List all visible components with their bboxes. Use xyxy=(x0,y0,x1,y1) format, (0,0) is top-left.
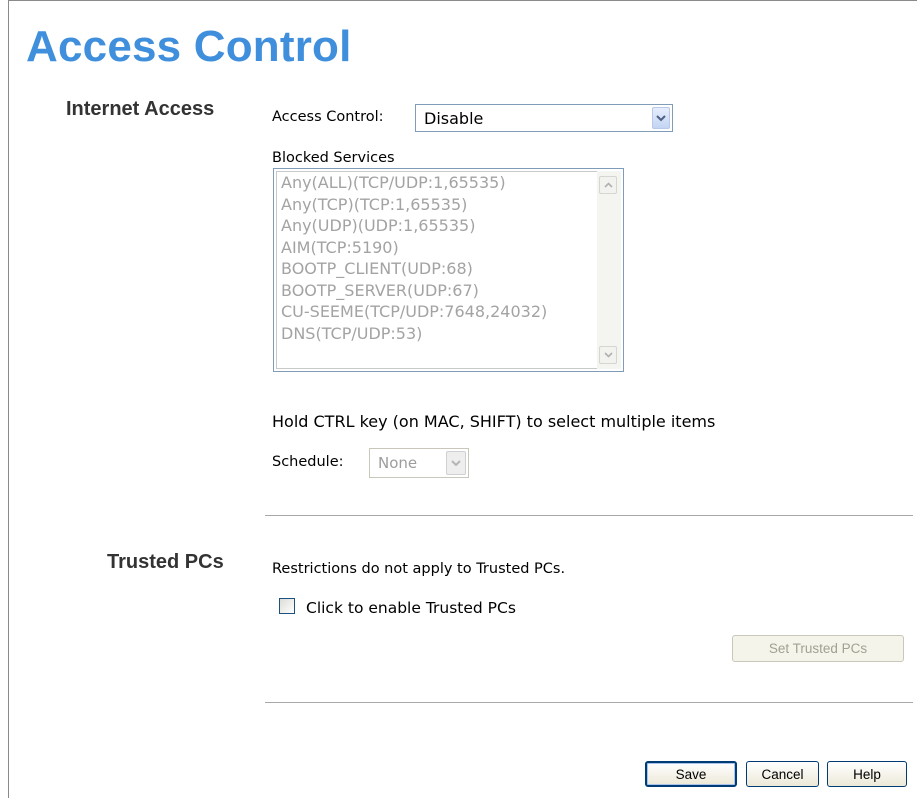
list-item[interactable]: CU-SEEME(TCP/UDP:7648,24032) xyxy=(277,301,620,323)
cancel-button[interactable]: Cancel xyxy=(746,761,819,787)
arrow-down-icon[interactable] xyxy=(599,346,617,364)
save-button[interactable]: Save xyxy=(645,761,737,787)
list-item[interactable]: Any(ALL)(TCP/UDP:1,65535) xyxy=(277,172,620,194)
enable-trusted-pcs-label[interactable]: Click to enable Trusted PCs xyxy=(306,599,516,617)
arrow-up-icon[interactable] xyxy=(599,176,617,194)
blocked-services-label: Blocked Services xyxy=(272,150,395,166)
access-control-value: Disable xyxy=(424,108,484,128)
list-item[interactable]: BOOTP_SERVER(UDP:67) xyxy=(277,280,620,302)
blocked-services-listbox[interactable]: Any(ALL)(TCP/UDP:1,65535) Any(TCP)(TCP:1… xyxy=(273,168,624,372)
list-item[interactable]: Any(TCP)(TCP:1,65535) xyxy=(277,194,620,216)
list-item[interactable]: BOOTP_CLIENT(UDP:68) xyxy=(277,258,620,280)
list-item[interactable]: AIM(TCP:5190) xyxy=(277,237,620,259)
trusted-pcs-description: Restrictions do not apply to Trusted PCs… xyxy=(272,561,566,577)
enable-trusted-pcs-checkbox[interactable] xyxy=(279,598,295,614)
listbox-scrollbar[interactable] xyxy=(597,171,621,369)
schedule-select[interactable]: None xyxy=(369,448,469,478)
trusted-pcs-section-label: Trusted PCs xyxy=(107,551,224,573)
access-control-select[interactable]: Disable xyxy=(415,104,673,132)
list-item[interactable]: DNS(TCP/UDP:53) xyxy=(277,323,620,345)
section-divider xyxy=(265,702,913,703)
internet-access-section-label: Internet Access xyxy=(66,98,215,120)
page-title: Access Control xyxy=(26,22,352,71)
set-trusted-pcs-button[interactable]: Set Trusted PCs xyxy=(732,635,904,662)
chevron-down-icon[interactable] xyxy=(446,451,466,475)
access-control-label: Access Control: xyxy=(272,109,384,125)
multi-select-hint: Hold CTRL key (on MAC, SHIFT) to select … xyxy=(272,412,716,431)
schedule-label: Schedule: xyxy=(272,454,344,470)
section-divider xyxy=(265,515,913,516)
list-item[interactable]: Any(UDP)(UDP:1,65535) xyxy=(277,215,620,237)
help-button[interactable]: Help xyxy=(827,761,907,787)
blocked-services-list: Any(ALL)(TCP/UDP:1,65535) Any(TCP)(TCP:1… xyxy=(276,171,621,369)
chevron-down-icon[interactable] xyxy=(652,107,670,129)
schedule-value: None xyxy=(378,454,418,472)
